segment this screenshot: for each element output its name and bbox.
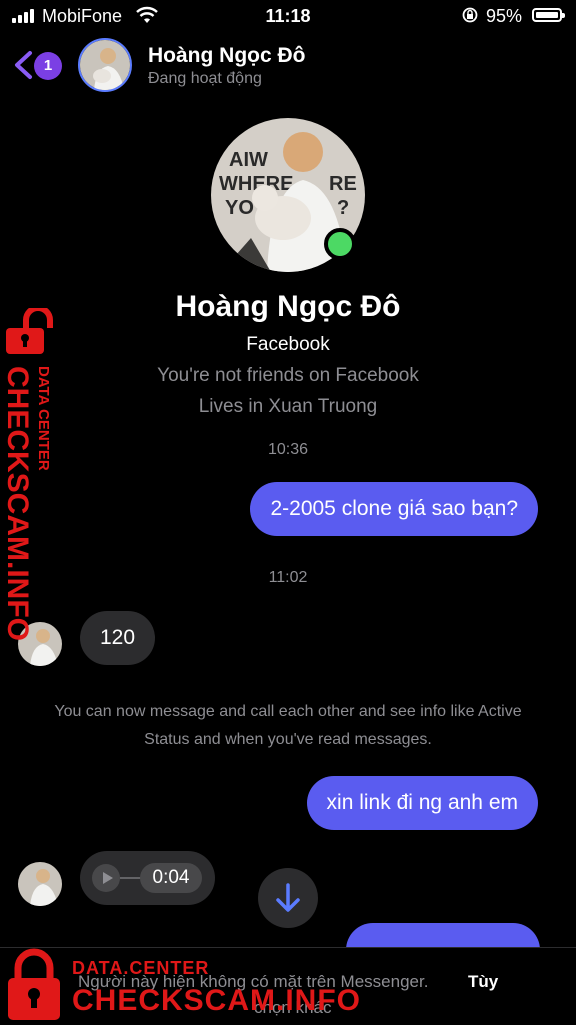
voice-message[interactable]: 0:04 (80, 851, 215, 905)
play-icon[interactable] (92, 864, 120, 892)
battery-icon (532, 8, 565, 22)
outgoing-message[interactable]: 2-2005 clone giá sao bạn? (250, 482, 538, 536)
rotation-lock-icon (462, 7, 478, 23)
svg-text:AIW: AIW (229, 149, 268, 171)
avatar[interactable] (78, 38, 132, 92)
voice-waveform (120, 877, 142, 879)
svg-text:YO: YO (225, 197, 254, 219)
svg-text:?: ? (337, 197, 349, 219)
watermark-subtext: DATA CENTER (35, 366, 52, 471)
connection-info-text: You can now message and call each other … (54, 703, 522, 748)
watermark-text: CHECKSCAM.INFO (1, 366, 34, 641)
voice-duration: 0:04 (140, 863, 202, 893)
profile-platform: Facebook (246, 334, 330, 355)
back-arrow-icon[interactable] (12, 50, 34, 80)
watermark-text: CHECKSCAM.INFO (72, 984, 361, 1017)
chat-header: 1 Hoàng Ngọc Đô Đang hoạt động (0, 32, 576, 100)
svg-text:RE: RE (329, 173, 357, 195)
avatar[interactable] (18, 862, 62, 906)
header-active-status: Đang hoạt động (148, 70, 262, 87)
unread-badge[interactable]: 1 (34, 52, 62, 80)
timestamp: 11:02 (268, 569, 308, 586)
profile-location: Lives in Xuan Truong (198, 396, 378, 417)
outgoing-message[interactable]: xin link đi ng anh em (306, 776, 538, 830)
watermark-subtext: DATA.CENTER (72, 958, 210, 978)
friend-status: You're not friends on Facebook (157, 365, 419, 386)
incoming-message[interactable]: 120 (80, 611, 155, 665)
header-contact-name[interactable]: Hoàng Ngọc Đô (148, 44, 306, 68)
lock-icon (6, 308, 53, 354)
timestamp: 10:36 (267, 441, 309, 458)
profile-name: Hoàng Ngọc Đô (175, 290, 401, 323)
options-link[interactable]: Tùy (468, 972, 498, 992)
online-indicator (324, 228, 356, 260)
battery-percent: 95% (486, 6, 523, 26)
arrow-down-icon (276, 883, 300, 912)
scroll-to-bottom-button[interactable] (258, 868, 318, 928)
lock-icon (8, 948, 60, 1020)
status-bar: MobiFone 11:18 95% (0, 0, 576, 32)
